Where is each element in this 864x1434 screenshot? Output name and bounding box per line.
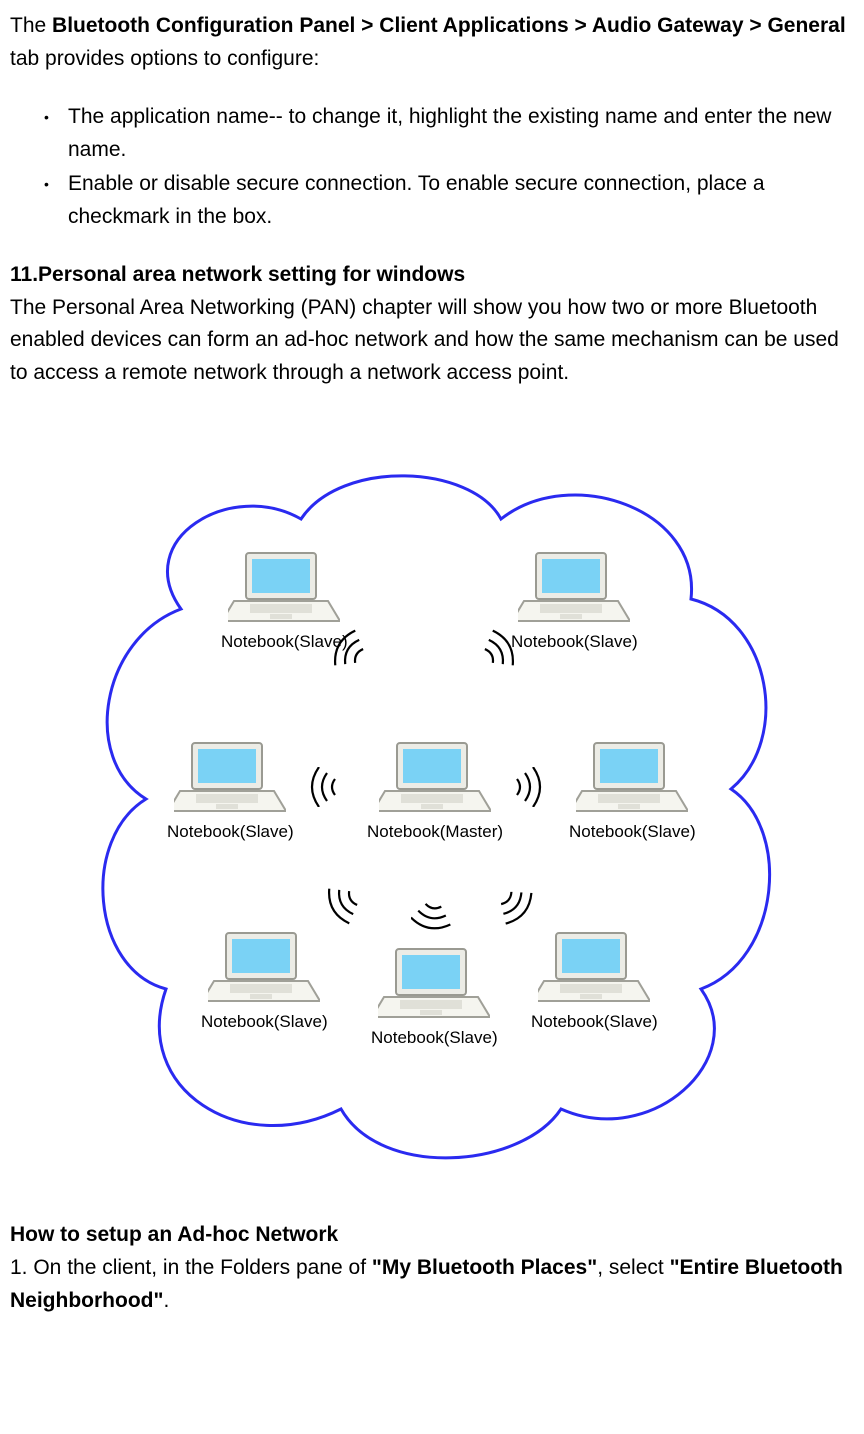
- howto-step1-e: .: [163, 1289, 169, 1312]
- node-label: Notebook(Slave): [371, 1025, 498, 1051]
- intro-suffix: tab provides options to configure:: [10, 47, 319, 70]
- intro-paragraph: The Bluetooth Configuration Panel > Clie…: [10, 10, 852, 75]
- section-11-heading: 11.Personal area network setting for win…: [10, 263, 465, 286]
- document-page: The Bluetooth Configuration Panel > Clie…: [0, 0, 864, 1327]
- node-label: Notebook(Slave): [167, 819, 294, 845]
- laptop-icon: [378, 945, 490, 1023]
- laptop-node-bot-center: Notebook(Slave): [371, 945, 498, 1051]
- laptop-icon: [379, 739, 491, 817]
- node-label: Notebook(Slave): [531, 1009, 658, 1035]
- pan-diagram-wrap: Notebook(Slave) Notebook(Slave) Notebook…: [10, 409, 852, 1189]
- howto-step1-b: "My Bluetooth Places": [372, 1256, 597, 1279]
- howto-heading: How to setup an Ad-hoc Network: [10, 1223, 338, 1246]
- howto-step1-c: , select: [597, 1256, 669, 1279]
- laptop-node-top-left: Notebook(Slave): [221, 549, 348, 655]
- pan-diagram: Notebook(Slave) Notebook(Slave) Notebook…: [71, 409, 791, 1189]
- howto-block: How to setup an Ad-hoc Network 1. On the…: [10, 1219, 852, 1317]
- intro-prefix: The: [10, 14, 52, 37]
- howto-step1-a: 1. On the client, in the Folders pane of: [10, 1256, 372, 1279]
- laptop-node-mid-right: Notebook(Slave): [569, 739, 696, 845]
- intro-bold-path: Bluetooth Configuration Panel > Client A…: [52, 14, 846, 37]
- laptop-node-bot-right: Notebook(Slave): [531, 929, 658, 1035]
- section-11-body: The Personal Area Networking (PAN) chapt…: [10, 296, 839, 384]
- laptop-node-top-right: Notebook(Slave): [511, 549, 638, 655]
- laptop-icon: [518, 549, 630, 627]
- laptop-node-center: Notebook(Master): [367, 739, 503, 845]
- list-item-text: The application name-- to change it, hig…: [68, 105, 831, 161]
- laptop-icon: [538, 929, 650, 1007]
- list-item: Enable or disable secure connection. To …: [68, 168, 852, 233]
- laptop-icon: [208, 929, 320, 1007]
- list-item-text: Enable or disable secure connection. To …: [68, 172, 765, 228]
- signal-icon: [321, 885, 361, 925]
- laptop-icon: [576, 739, 688, 817]
- section-11-block: 11.Personal area network setting for win…: [10, 259, 852, 389]
- signal-icon: [411, 899, 451, 939]
- node-label: Notebook(Slave): [511, 629, 638, 655]
- list-item: The application name-- to change it, hig…: [68, 101, 852, 166]
- node-label: Notebook(Slave): [569, 819, 696, 845]
- laptop-icon: [228, 549, 340, 627]
- node-label: Notebook(Slave): [201, 1009, 328, 1035]
- node-label: Notebook(Master): [367, 819, 503, 845]
- config-options-list: The application name-- to change it, hig…: [10, 101, 852, 233]
- signal-icon: [497, 887, 537, 927]
- laptop-node-bot-left: Notebook(Slave): [201, 929, 328, 1035]
- signal-icon: [511, 767, 551, 807]
- signal-icon: [301, 767, 341, 807]
- laptop-node-mid-left: Notebook(Slave): [167, 739, 294, 845]
- node-label: Notebook(Slave): [221, 629, 348, 655]
- laptop-icon: [174, 739, 286, 817]
